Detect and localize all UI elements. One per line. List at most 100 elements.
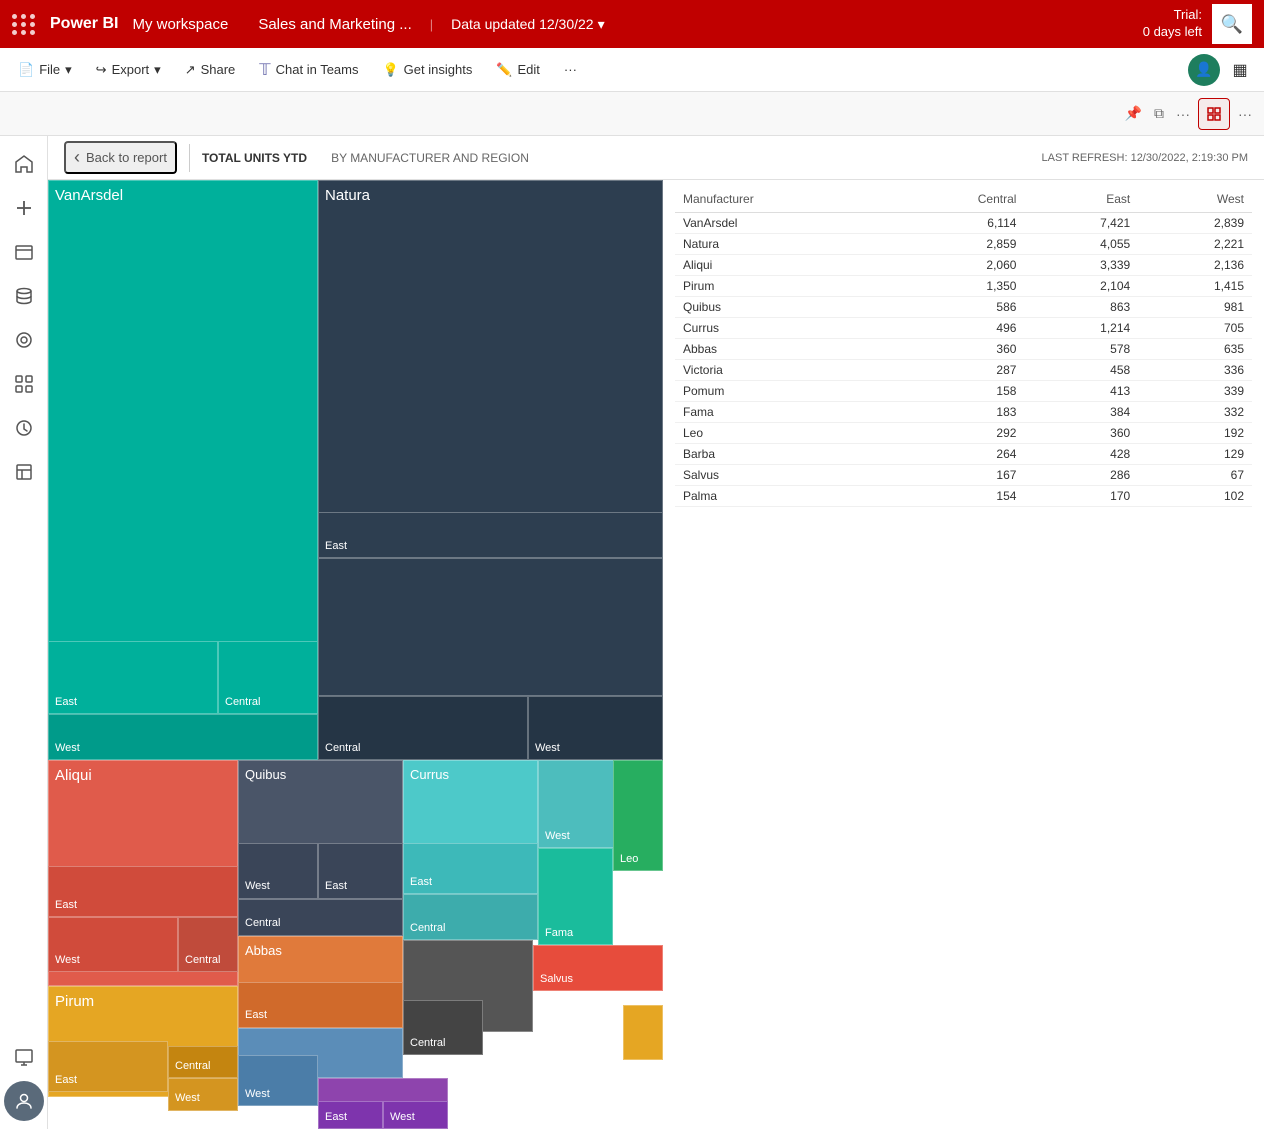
teams-icon: 𝕋 [259,60,270,80]
more-right-icon[interactable]: ··· [1234,102,1256,126]
treemap-cell[interactable]: East [318,1101,383,1129]
sidebar-item-data[interactable] [4,276,44,316]
sidebar-item-goals[interactable] [4,320,44,360]
sidebar-item-catalog[interactable] [4,452,44,492]
nav-divider [189,144,190,172]
treemap-cell[interactable]: Fama [538,848,613,945]
tab-total-units-ytd[interactable]: TOTAL UNITS YTD [202,151,307,165]
last-refresh-label: LAST REFRESH: 12/30/2022, 2:19:30 PM [1042,152,1248,164]
treemap-cell[interactable]: East [48,641,218,715]
table-row: Fama183384332 [675,402,1252,423]
apps-grid-icon[interactable] [12,14,36,35]
powerbi-logo: Power BI [50,15,118,33]
treemap-cell[interactable]: Central [318,696,528,760]
treemap-cell[interactable]: East [48,1041,168,1092]
treemap-cell[interactable]: Central [168,1046,238,1078]
insights-icon: 💡 [382,62,398,78]
data-updated-label: Data updated 12/30/22 ▾ [451,16,605,33]
search-button[interactable]: 🔍 [1212,4,1252,44]
file-button[interactable]: 📄 File ▾ [8,58,82,82]
treemap-cell[interactable]: East [403,843,538,894]
table-row: Pirum1,3502,1041,415 [675,276,1252,297]
table-row: Currus4961,214705 [675,318,1252,339]
treemap-chart[interactable]: VanArsdelEastCentralWestNaturaEastCentra… [48,180,663,1129]
treemap-cell[interactable]: VanArsdel [48,180,318,714]
secondary-toolbar: 📌 ⧉ ··· ··· [0,92,1264,136]
pin-icon[interactable]: 📌 [1121,101,1146,126]
trial-label: Trial: 0 days left [1143,7,1202,41]
treemap-cell[interactable]: Central [218,641,318,715]
focus-button[interactable] [1198,98,1230,130]
viz-area: VanArsdelEastCentralWestNaturaEastCentra… [48,180,1264,1129]
sidebar-item-browse[interactable] [4,232,44,272]
edit-button[interactable]: ✏️ Edit [486,58,550,82]
treemap-cell[interactable]: Central [178,917,238,972]
export-button[interactable]: ↪ Export ▾ [86,58,171,82]
treemap-cell[interactable] [623,1005,663,1060]
table-row: Natura2,8594,0552,221 [675,234,1252,255]
more-options-button[interactable]: ··· [554,58,587,81]
treemap-cell[interactable]: West [48,917,178,972]
treemap-cell[interactable]: Central [238,899,403,936]
chevron-down-icon[interactable]: ▾ [598,16,605,33]
table-row: Palma154170102 [675,486,1252,507]
chat-in-teams-button[interactable]: 𝕋 Chat in Teams [249,56,368,84]
treemap-cell[interactable]: Central [403,1000,483,1055]
sidebar [0,136,48,1129]
sidebar-item-home[interactable] [4,144,44,184]
table-row: Quibus586863981 [675,297,1252,318]
sidebar-item-create[interactable] [4,188,44,228]
table-row: Abbas360578635 [675,339,1252,360]
treemap-cell[interactable]: West [238,843,318,898]
treemap-cell[interactable]: Central [403,894,538,940]
file-icon: 📄 [18,62,34,78]
treemap-cell[interactable] [318,558,663,696]
get-insights-button[interactable]: 💡 Get insights [372,58,482,82]
treemap-cell[interactable]: West [168,1078,238,1110]
treemap-cell[interactable]: Leo [613,760,663,871]
treemap-cell[interactable]: East [238,982,403,1028]
share-icon: ↗ [185,62,196,78]
treemap-cell[interactable]: West [238,1055,318,1106]
treemap-cell[interactable]: East [318,512,663,558]
col-east: East [1024,188,1138,213]
table-row: Aliqui2,0603,3392,136 [675,255,1252,276]
sidebar-item-apps[interactable] [4,364,44,404]
toolbar: 📄 File ▾ ↪ Export ▾ ↗ Share 𝕋 Chat in Te… [0,48,1264,92]
treemap-cell[interactable]: Natura [318,180,663,544]
title-separator: | [430,17,433,32]
table-row: Leo292360192 [675,423,1252,444]
treemap-cell[interactable]: Salvus [533,945,663,991]
table-row: Salvus16728667 [675,465,1252,486]
back-to-report-button[interactable]: ‹ Back to report [64,141,177,174]
content-area: ‹ Back to report TOTAL UNITS YTD BY MANU… [48,136,1264,1129]
treemap-cell[interactable]: East [48,866,238,917]
user-avatar[interactable]: 👤 [1188,54,1220,86]
treemap-cell[interactable]: West [528,696,663,760]
tab-by-manufacturer[interactable]: BY MANUFACTURER AND REGION [331,151,529,165]
data-table-container: Manufacturer Central East West VanArsdel… [663,180,1264,1129]
user-avatar-sidebar[interactable] [4,1081,44,1121]
report-nav: ‹ Back to report TOTAL UNITS YTD BY MANU… [48,136,1264,180]
share-button[interactable]: ↗ Share [175,58,246,82]
copy-icon[interactable]: ⧉ [1150,101,1168,126]
top-navbar: Power BI My workspace Sales and Marketin… [0,0,1264,48]
report-title: Sales and Marketing ... [258,16,411,33]
back-arrow-icon: ‹ [74,147,80,168]
file-chevron-icon: ▾ [65,62,72,78]
treemap-cell[interactable]: West [383,1101,448,1129]
sidebar-item-monitor[interactable] [4,1037,44,1077]
workspace-label[interactable]: My workspace [132,16,228,33]
col-west: West [1138,188,1252,213]
treemap-cell[interactable]: West [48,714,318,760]
more-secondary-icon[interactable]: ··· [1172,102,1194,126]
table-row: Pomum158413339 [675,381,1252,402]
panel-icon[interactable]: ▦ [1224,54,1256,86]
col-central: Central [889,188,1024,213]
manufacturer-table: Manufacturer Central East West VanArsdel… [675,188,1252,507]
col-manufacturer: Manufacturer [675,188,889,213]
sidebar-item-learn[interactable] [4,408,44,448]
treemap-cell[interactable]: East [318,843,403,898]
back-to-report-label: Back to report [86,150,167,165]
export-icon: ↪ [96,62,107,78]
